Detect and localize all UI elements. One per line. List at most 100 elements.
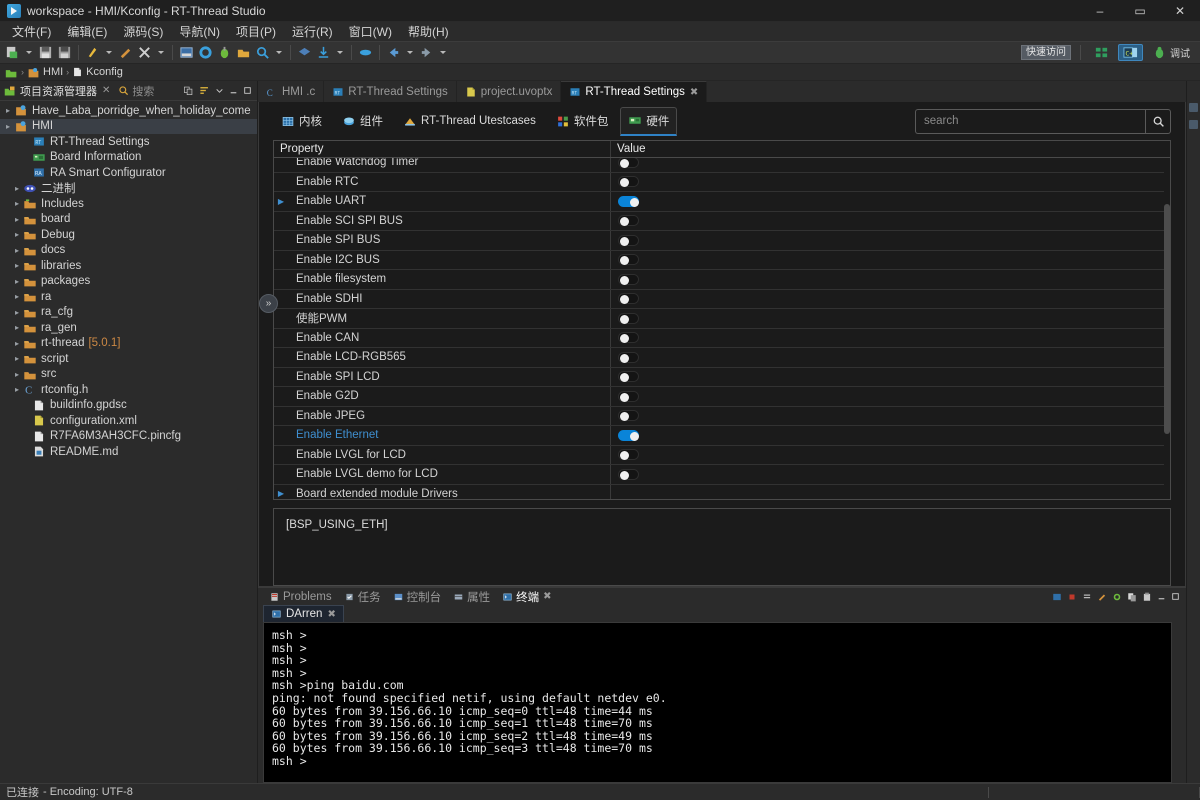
terminal-clear-icon[interactable] (1097, 592, 1107, 602)
build-dropdown-caret[interactable] (106, 51, 112, 54)
stop-dropdown-caret[interactable] (158, 51, 164, 54)
outline-view-icon[interactable] (1189, 103, 1198, 112)
bottom-tab-0[interactable]: Problems (263, 591, 338, 603)
menu-project[interactable]: 项目(P) (228, 21, 284, 42)
bottom-tab-1[interactable]: 任务 (338, 589, 387, 605)
tree-item-script[interactable]: ▸ script (0, 351, 257, 367)
explorer-search[interactable]: 搜索 (118, 83, 154, 99)
tree-expand-arrow[interactable]: ▸ (11, 385, 23, 394)
tree-expand-arrow[interactable]: ▸ (11, 308, 23, 317)
tree-item-docs[interactable]: ▸ docs (0, 243, 257, 259)
perspective-icon[interactable] (356, 42, 375, 63)
terminal-sub-tab-close-icon[interactable]: ✖ (327, 609, 335, 620)
terminal-output[interactable]: msh > msh > msh > msh > msh >ping baidu.… (263, 622, 1172, 783)
tree-item-ra-gen[interactable]: ▸ ra_gen (0, 320, 257, 336)
tree-expand-arrow[interactable]: ▸ (11, 354, 23, 363)
toggle-switch[interactable] (618, 293, 639, 305)
menu-source[interactable]: 源码(S) (115, 21, 171, 42)
menu-edit[interactable]: 编辑(E) (59, 21, 115, 42)
table-row[interactable]: ▶ Board extended module Drivers (274, 484, 1170, 499)
editor-tab-close-icon[interactable]: ✖ (690, 87, 698, 98)
terminal-open-button[interactable] (177, 42, 196, 63)
sort-icon[interactable] (199, 85, 210, 96)
tree-expand-arrow[interactable]: ▸ (2, 122, 14, 131)
table-row[interactable]: ▶ Enable SPI BUS (274, 231, 1170, 251)
menu-run[interactable]: 运行(R) (284, 21, 341, 42)
minimize-icon[interactable] (1157, 592, 1166, 601)
maximize-icon[interactable] (1171, 592, 1180, 601)
tree-item-buildinfo-gpdsc[interactable]: ▸ buildinfo.gpdsc (0, 398, 257, 414)
terminal-new-icon[interactable] (1052, 592, 1062, 602)
copy-icon[interactable] (1127, 592, 1137, 602)
tree-expand-arrow[interactable]: ▸ (11, 261, 23, 270)
tree-item-rtconfig-h[interactable]: ▸ Crtconfig.h (0, 382, 257, 398)
table-row[interactable]: ▶ Enable Watchdog Timer (274, 158, 1170, 173)
table-row[interactable]: ▶ Enable RTC (274, 172, 1170, 192)
restore-panel-handle[interactable]: » (259, 294, 278, 313)
tasklist-view-icon[interactable] (1189, 120, 1198, 129)
bottom-tab-4[interactable]: 终端 ✖ (496, 589, 557, 605)
table-row[interactable]: ▶ Enable G2D (274, 387, 1170, 407)
search-button[interactable] (1145, 108, 1171, 134)
view-menu-icon[interactable] (215, 86, 224, 95)
tree-item-ra-smart-configurator[interactable]: ▸RA RA Smart Configurator (0, 165, 257, 181)
table-row[interactable]: ▶ Enable Ethernet (274, 426, 1170, 446)
tree-item-readme-md[interactable]: ▸ README.md (0, 444, 257, 460)
menu-window[interactable]: 窗口(W) (341, 21, 400, 42)
table-row[interactable]: ▶ Enable LVGL demo for LCD (274, 465, 1170, 485)
back-button[interactable] (384, 42, 403, 63)
terminal-stop-icon[interactable] (1067, 592, 1077, 602)
tree-expand-arrow[interactable]: ▸ (11, 323, 23, 332)
menu-navigate[interactable]: 导航(N) (171, 21, 228, 42)
tree-expand-arrow[interactable]: ▸ (11, 292, 23, 301)
editor-tab-3[interactable]: RT RT-Thread Settings ✖ (561, 81, 708, 102)
terminal-scroll-lock-icon[interactable] (1082, 592, 1092, 602)
paste-icon[interactable] (1142, 592, 1152, 602)
tree-item-rt-thread-settings[interactable]: ▸RT RT-Thread Settings (0, 134, 257, 150)
toggle-switch[interactable] (618, 371, 639, 383)
toggle-switch[interactable] (618, 234, 639, 246)
tree-expand-arrow[interactable]: ▸ (2, 106, 14, 115)
maximize-button[interactable]: ▭ (1120, 0, 1160, 22)
table-row[interactable]: ▶ Enable JPEG (274, 406, 1170, 426)
table-row[interactable]: ▶ Enable LCD-RGB565 (274, 348, 1170, 368)
editor-tab-2[interactable]: project.uvoptx (457, 81, 562, 102)
tree-item-libraries[interactable]: ▸ libraries (0, 258, 257, 274)
settings-button[interactable] (196, 42, 215, 63)
open-project-button[interactable] (234, 42, 253, 63)
category-tab-1[interactable]: 组件 (334, 107, 391, 135)
toggle-switch[interactable] (618, 390, 639, 402)
flash-download-button[interactable] (215, 42, 234, 63)
row-expand-arrow[interactable]: ▶ (274, 489, 288, 498)
toggle-switch[interactable] (618, 468, 639, 480)
forward-dropdown-caret[interactable] (440, 51, 446, 54)
table-scrollbar-thumb[interactable] (1164, 204, 1170, 434)
tree-item-src[interactable]: ▸ src (0, 367, 257, 383)
toggle-switch[interactable] (618, 195, 639, 207)
toggle-switch[interactable] (618, 332, 639, 344)
tree-expand-arrow[interactable]: ▸ (11, 184, 23, 193)
new-dropdown-caret[interactable] (26, 51, 32, 54)
editor-tab-0[interactable]: C HMI .c (258, 81, 325, 102)
project-explorer-close-icon[interactable]: ✕ (102, 85, 110, 96)
tree-expand-arrow[interactable]: ▸ (11, 215, 23, 224)
toggle-switch[interactable] (618, 351, 639, 363)
breadcrumb-item-file[interactable]: Kconfig (86, 66, 123, 78)
download-dropdown-caret[interactable] (337, 51, 343, 54)
table-row[interactable]: ▶ Enable I2C BUS (274, 250, 1170, 270)
editor-tab-1[interactable]: RT RT-Thread Settings (324, 81, 457, 102)
category-tab-0[interactable]: 内核 (273, 107, 330, 135)
bottom-tab-3[interactable]: 属性 (447, 589, 496, 605)
minimize-icon[interactable] (229, 86, 238, 95)
tree-item-ra[interactable]: ▸ ra (0, 289, 257, 305)
terminal-settings-icon[interactable] (1112, 592, 1122, 602)
table-row[interactable]: ▶ Enable LVGL for LCD (274, 445, 1170, 465)
tree-expand-arrow[interactable]: ▸ (11, 230, 23, 239)
save-button[interactable] (36, 42, 55, 63)
toggle-switch[interactable] (618, 176, 639, 188)
forward-button[interactable] (417, 42, 436, 63)
save-all-button[interactable] (55, 42, 74, 63)
new-button[interactable] (3, 42, 22, 63)
table-row[interactable]: ▶ Enable filesystem (274, 270, 1170, 290)
search-dropdown-caret[interactable] (276, 51, 282, 54)
